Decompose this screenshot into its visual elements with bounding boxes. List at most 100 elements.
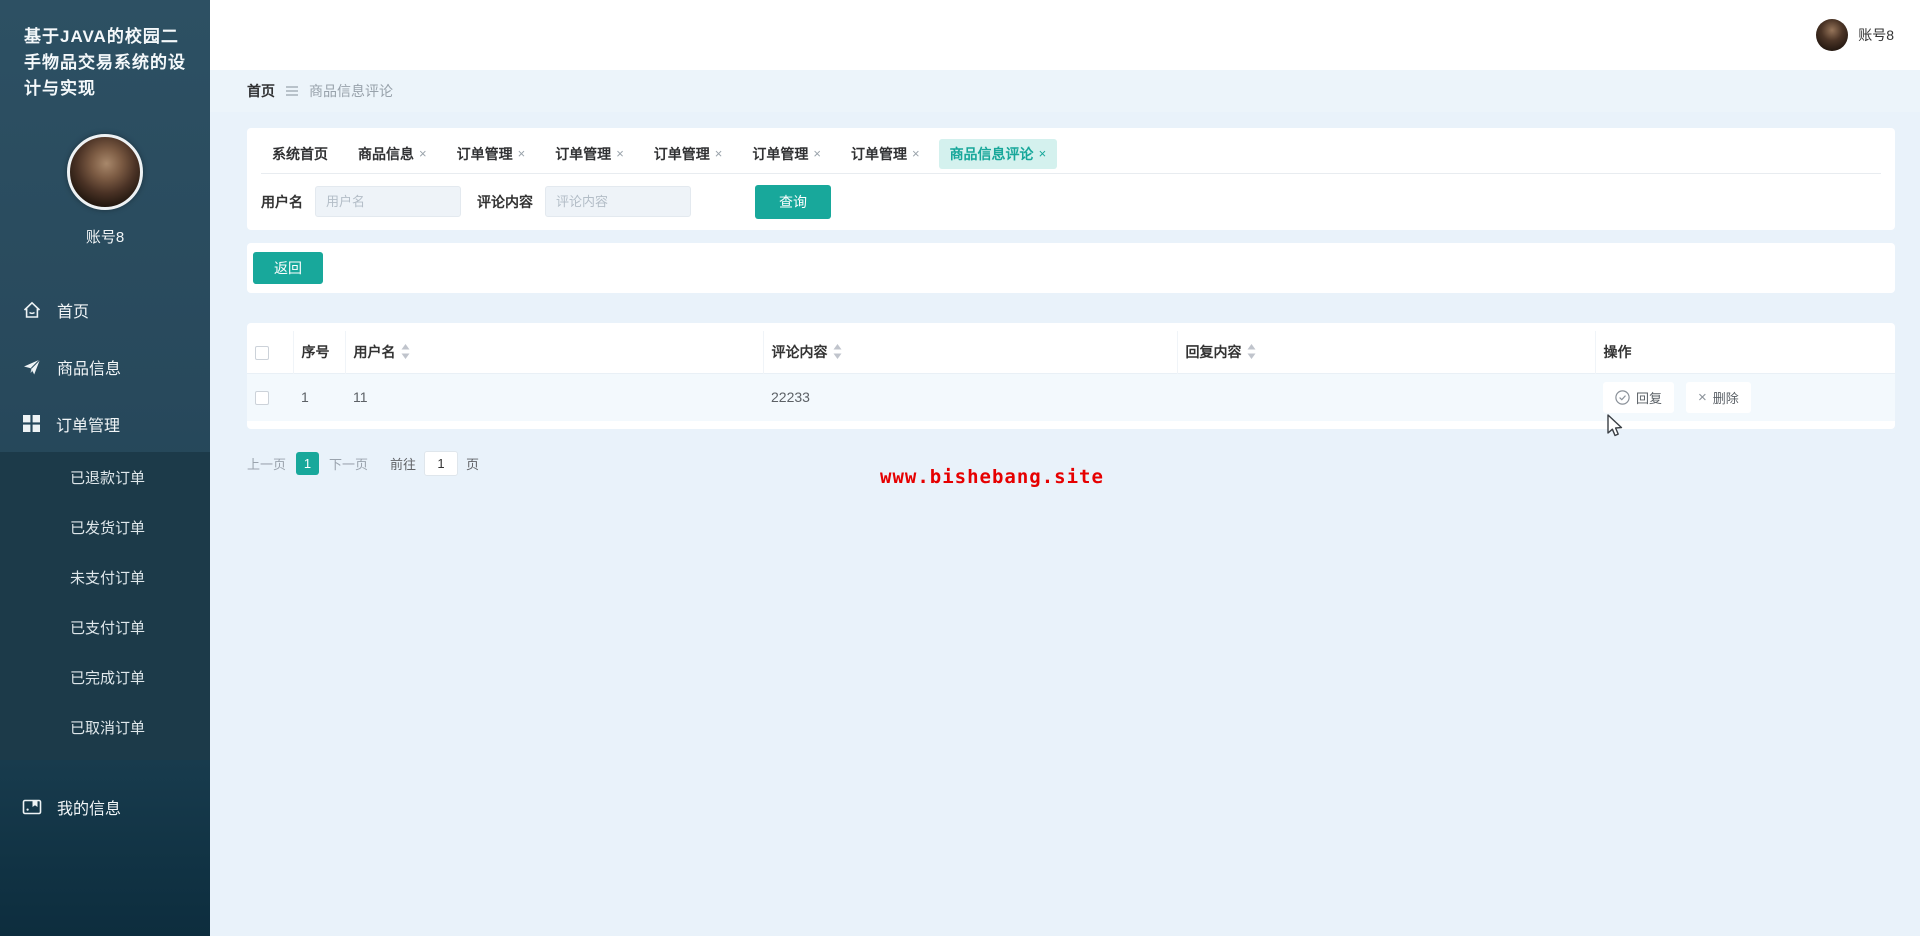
sidebar-subitem-cancelled-orders[interactable]: 已取消订单 [0,704,210,754]
cell-index: 1 [293,372,345,421]
tab-system-home[interactable]: 系统首页 [261,139,339,169]
tab-order-manage-1[interactable]: 订单管理 × [446,139,537,169]
prev-page-button[interactable]: 上一页 [247,454,286,473]
comments-table-card: 序号 用户名 评论内容 回复内容 操作 1 11 22233 回复 × 删除 [247,323,1895,429]
order-submenu: 已退款订单 已发货订单 未支付订单 已支付订单 已完成订单 已取消订单 [0,452,210,760]
table-header-row: 序号 用户名 评论内容 回复内容 操作 [247,331,1895,373]
tab-label: 订单管理 [653,145,710,162]
app-title-line: 基于JAVA的校园二 [24,27,179,46]
cell-comment: 22233 [763,372,1177,421]
sidebar-item-label: 商品信息 [57,360,122,378]
close-icon[interactable]: × [715,146,723,161]
close-icon[interactable]: × [518,146,526,161]
tab-product-info[interactable]: 商品信息 × [347,139,438,169]
sidebar-subitem-refunded-orders[interactable]: 已退款订单 [0,454,210,504]
sidebar-subitem-paid-orders[interactable]: 已支付订单 [0,604,210,654]
breadcrumb-home[interactable]: 首页 [247,81,275,101]
tab-order-manage-3[interactable]: 订单管理 × [643,139,734,169]
tab-label: 商品信息评论 [949,145,1034,162]
goto-page-input[interactable] [424,451,459,476]
delete-button[interactable]: × 删除 [1686,381,1751,413]
current-page-button[interactable]: 1 [296,452,320,475]
comments-table: 序号 用户名 评论内容 回复内容 操作 1 11 22233 回复 × 删除 [247,331,1895,421]
close-icon[interactable]: × [1039,146,1047,161]
reply-button[interactable]: 回复 [1603,381,1675,413]
close-icon[interactable]: × [912,146,920,161]
tab-label: 订单管理 [752,145,809,162]
sidebar-item-home[interactable]: 首页 [0,281,210,338]
comment-input[interactable] [545,186,691,217]
sidebar-item-label: 首页 [57,303,90,321]
comment-label: 评论内容 [477,193,533,210]
search-button[interactable]: 查询 [755,184,831,219]
sidebar-item-order-manage[interactable]: 订单管理 [0,395,210,452]
close-icon[interactable]: × [419,146,427,161]
mouse-cursor [1607,414,1623,437]
tab-label: 商品信息 [358,145,414,162]
sidebar: 基于JAVA的校园二 手物品交易系统的设 计与实现 账号8 首页 商品信息 订单… [0,0,210,936]
column-header-label: 序号 [301,343,330,360]
delete-button-label: 删除 [1712,390,1739,406]
reply-button-label: 回复 [1636,390,1663,406]
breadcrumb-separator-icon [286,86,298,96]
tab-label: 订单管理 [850,145,907,162]
topbar: 账号8 [210,0,1920,70]
column-header-comment[interactable]: 评论内容 [763,331,1178,373]
close-icon[interactable]: × [813,146,821,161]
grid-icon [23,415,40,432]
sidebar-item-my-info[interactable]: 我的信息 [0,778,210,835]
tab-order-manage-4[interactable]: 订单管理 × [741,139,832,169]
card-icon [22,799,42,814]
row-checkbox[interactable] [255,391,269,406]
select-all-checkbox[interactable] [255,345,269,360]
close-icon[interactable]: × [616,146,624,161]
tab-product-comments[interactable]: 商品信息评论 × [938,138,1058,169]
sidebar-subitem-shipped-orders[interactable]: 已发货订单 [0,504,210,554]
sidebar-menu: 首页 商品信息 订单管理 已退款订单 已发货订单 未支付订单 已支付订单 已完成… [0,281,210,835]
topbar-avatar[interactable] [1816,19,1849,51]
next-page-button[interactable]: 下一页 [329,454,368,473]
tab-label: 订单管理 [456,145,513,162]
username-label: 用户名 [261,193,303,210]
sidebar-item-product-info[interactable]: 商品信息 [0,338,210,395]
search-form: 用户名 评论内容 查询 [261,174,1881,229]
sidebar-account-name: 账号8 [85,229,125,246]
app-title-line: 计与实现 [24,79,96,98]
sort-icon[interactable] [833,343,842,359]
tab-order-manage-5[interactable]: 订单管理 × [840,139,931,169]
column-header-label: 回复内容 [1185,343,1242,360]
topbar-account-name[interactable]: 账号8 [1858,25,1894,45]
sidebar-subitem-completed-orders[interactable]: 已完成订单 [0,654,210,704]
app-title: 基于JAVA的校园二 手物品交易系统的设 计与实现 [0,0,210,102]
goto-label: 前往 [390,457,417,472]
watermark-text: www.bishebang.site [880,466,1104,488]
back-button[interactable]: 返回 [253,252,323,284]
tabs-search-card: 系统首页 商品信息 × 订单管理 × 订单管理 × 订单管理 × 订单管理 × [247,128,1895,230]
main-content: 系统首页 商品信息 × 订单管理 × 订单管理 × 订单管理 × 订单管理 × [210,112,1920,936]
tab-label: 系统首页 [272,145,328,162]
breadcrumb: 首页 商品信息评论 [210,70,1920,112]
sidebar-item-label: 我的信息 [57,800,122,818]
column-header-actions: 操作 [1595,331,1895,373]
sort-icon[interactable] [401,343,410,359]
tab-bar: 系统首页 商品信息 × 订单管理 × 订单管理 × 订单管理 × 订单管理 × [261,128,1881,174]
column-header-label: 用户名 [353,343,396,360]
column-header-label: 评论内容 [771,343,828,360]
username-input[interactable] [315,186,461,217]
column-header-index: 序号 [293,331,346,373]
user-avatar [67,134,143,210]
back-card: 返回 [247,243,1895,293]
sidebar-subitem-unpaid-orders[interactable]: 未支付订单 [0,554,210,604]
cell-username: 11 [345,372,763,421]
tab-label: 订单管理 [555,145,612,162]
column-header-reply[interactable]: 回复内容 [1177,331,1596,373]
row-actions: 回复 × 删除 [1603,381,1887,413]
circle-check-icon [1615,390,1630,405]
column-header-username[interactable]: 用户名 [345,331,764,373]
app-title-line: 手物品交易系统的设 [24,53,186,72]
delete-x-icon: × [1698,388,1707,406]
breadcrumb-current: 商品信息评论 [309,83,393,99]
sort-icon[interactable] [1247,343,1256,359]
tab-order-manage-2[interactable]: 订单管理 × [544,139,635,169]
goto-unit-label: 页 [466,457,480,472]
